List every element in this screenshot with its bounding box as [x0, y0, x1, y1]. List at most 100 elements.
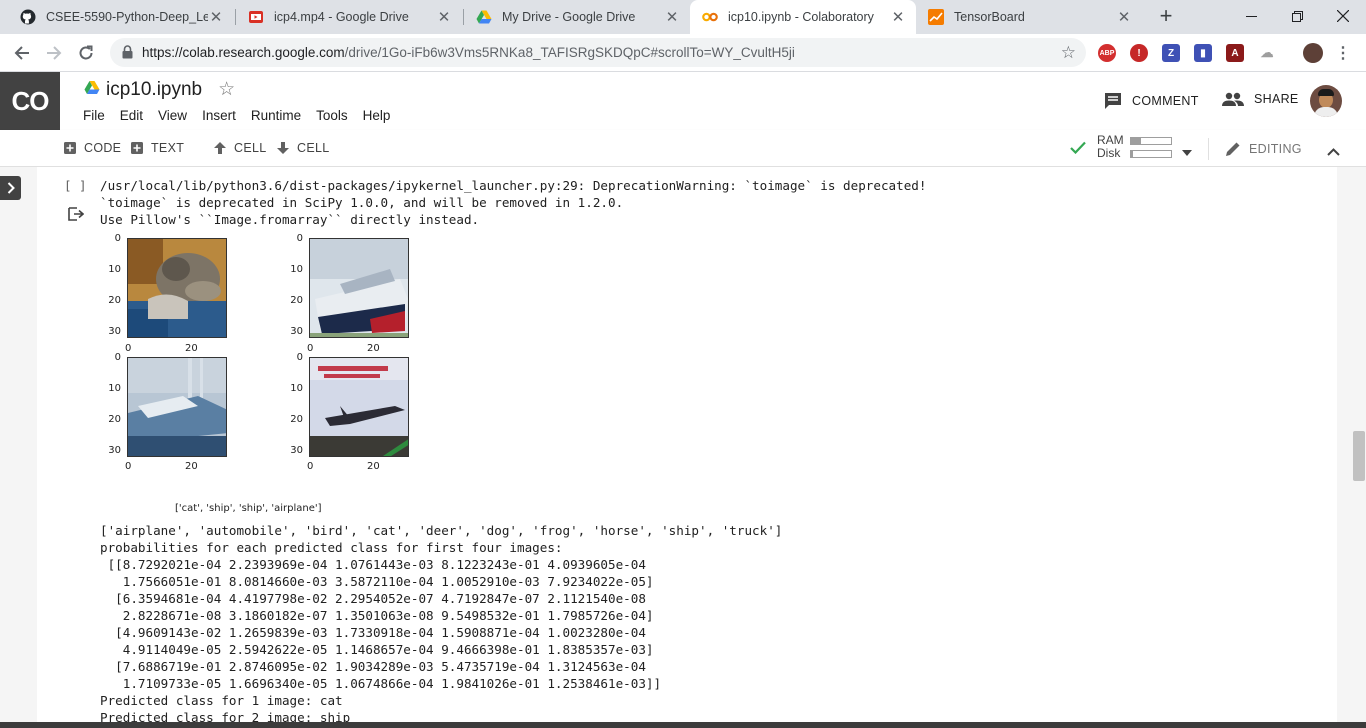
resource-labels[interactable]: RAM Disk — [1097, 134, 1124, 160]
reload-icon[interactable] — [72, 39, 100, 67]
tab-title: CSEE-5590-Python-Deep_Learning — [46, 10, 208, 24]
editing-label: EDITING — [1249, 142, 1302, 156]
restore-icon[interactable] — [1274, 0, 1320, 32]
y-tick-label: 0 — [296, 352, 303, 363]
menu-insert[interactable]: Insert — [202, 108, 236, 123]
x-tick-label: 20 — [367, 343, 380, 354]
browser-tab-github[interactable]: CSEE-5590-Python-Deep_Learning ✕ — [8, 0, 234, 34]
menu-view[interactable]: View — [158, 108, 187, 123]
image-plot-ship — [309, 238, 409, 338]
close-icon[interactable]: ✕ — [436, 9, 452, 26]
probability-row-line: 1.7566051e-01 8.0814660e-03 3.5872110e-0… — [100, 574, 654, 589]
bookmark-extension-icon[interactable]: ▮ — [1194, 44, 1212, 62]
connected-check-icon[interactable] — [1070, 141, 1086, 159]
forward-arrow-icon[interactable] — [40, 39, 68, 67]
x-tick-label: 0 — [125, 343, 132, 354]
pdf-icon[interactable]: A — [1226, 44, 1244, 62]
image-plot-cat — [127, 238, 227, 338]
close-icon[interactable]: ✕ — [890, 9, 906, 26]
lock-icon — [122, 45, 133, 64]
google-drive-icon — [476, 9, 492, 25]
probability-row-line: [7.6886719e-01 2.8746095e-02 1.9034289e-… — [100, 659, 646, 674]
shield-extension-icon[interactable]: ! — [1130, 44, 1148, 62]
address-bar[interactable]: https://colab.research.google.com/drive/… — [110, 38, 1086, 67]
close-icon[interactable]: ✕ — [664, 9, 680, 26]
close-icon[interactable]: ✕ — [208, 9, 224, 26]
colab-logo[interactable]: CO — [0, 72, 60, 130]
disk-meter — [1130, 150, 1172, 158]
output-actions-icon[interactable] — [68, 207, 85, 226]
avatar[interactable] — [1310, 85, 1342, 117]
deprecation-warning-line-2: `toimage` is deprecated in SciPy 1.0.0, … — [100, 195, 624, 210]
adblock-icon[interactable]: ABP — [1098, 44, 1116, 62]
tab-title: icp4.mp4 - Google Drive — [274, 10, 409, 24]
github-icon — [20, 9, 36, 25]
y-tick-label: 10 — [108, 383, 121, 394]
avatar-shirt — [1314, 107, 1338, 117]
new-tab-icon[interactable]: + — [1154, 5, 1178, 29]
scrollbar-thumb[interactable] — [1353, 431, 1365, 481]
more-menu-icon[interactable]: ⋮ — [1334, 44, 1352, 62]
y-tick-label: 10 — [290, 383, 303, 394]
menu-help[interactable]: Help — [363, 108, 391, 123]
editing-mode-button[interactable]: EDITING — [1225, 141, 1302, 157]
menu-file[interactable]: File — [83, 108, 105, 123]
chevron-up-icon[interactable] — [1327, 143, 1340, 161]
comment-icon — [1105, 93, 1121, 109]
run-cell-indicator[interactable]: [ ] — [64, 178, 87, 193]
pencil-icon — [1226, 142, 1240, 156]
disk-meter-fill — [1131, 151, 1133, 157]
image-labels-caption: ['cat', 'ship', 'ship', 'airplane'] — [175, 503, 322, 514]
move-cell-up-button[interactable]: CELL — [214, 141, 266, 155]
deprecation-warning-line-3: Use Pillow's ``Image.fromarray`` directl… — [100, 212, 480, 227]
image-plot-airplane — [309, 357, 409, 457]
move-cell-down-button[interactable]: CELL — [277, 141, 329, 155]
google-drive-icon[interactable] — [84, 79, 100, 101]
tab-title: My Drive - Google Drive — [502, 10, 636, 24]
probability-row-line: [[8.7292021e-04 2.2393969e-04 1.0761443e… — [100, 557, 646, 572]
probability-row-line: 2.8228671e-08 3.1860182e-07 1.3501063e-0… — [100, 608, 654, 623]
cloud-extension-icon[interactable]: ☁ — [1258, 44, 1276, 62]
add-box-icon — [64, 142, 76, 154]
y-tick-label: 0 — [114, 352, 121, 363]
browser-tab-icp4[interactable]: icp4.mp4 - Google Drive ✕ — [236, 0, 462, 34]
x-tick-label: 20 — [185, 343, 198, 354]
browser-toolbar: https://colab.research.google.com/drive/… — [0, 34, 1366, 72]
taskbar-edge — [0, 722, 1366, 728]
menu-tools[interactable]: Tools — [316, 108, 348, 123]
minimize-icon[interactable] — [1228, 0, 1274, 32]
menu-runtime[interactable]: Runtime — [251, 108, 301, 123]
chevron-right-icon[interactable] — [0, 176, 21, 200]
browser-tab-my-drive[interactable]: My Drive - Google Drive ✕ — [464, 0, 690, 34]
add-text-cell-button[interactable]: TEXT — [131, 141, 184, 155]
url-path: /drive/1Go-iFb6w3Vms5RNKa8_TAFISRgSKDQpC… — [344, 45, 795, 60]
tab-title: icp10.ipynb - Colaboratory — [728, 10, 874, 24]
comment-button[interactable]: COMMENT — [1104, 92, 1199, 110]
video-icon — [248, 9, 264, 25]
probability-row-line: 1.7109733e-05 1.6696340e-05 1.0674866e-0… — [100, 676, 662, 691]
colab-header: CO icp10.ipynb ☆ File Edit View Insert R… — [0, 72, 1366, 130]
window-close-icon[interactable] — [1320, 0, 1366, 32]
browser-tab-colab[interactable]: icp10.ipynb - Colaboratory ✕ — [690, 0, 916, 34]
resources-dropdown-icon[interactable] — [1182, 143, 1192, 161]
menu-edit[interactable]: Edit — [120, 108, 143, 123]
browser-tab-tensorboard[interactable]: TensorBoard ✕ — [916, 0, 1142, 34]
x-tick-label: 0 — [307, 343, 314, 354]
share-button[interactable]: SHARE — [1222, 92, 1299, 106]
y-tick-label: 30 — [290, 326, 303, 337]
y-tick-label: 0 — [296, 233, 303, 244]
notebook-title[interactable]: icp10.ipynb — [106, 79, 202, 101]
cell-up-label: CELL — [234, 141, 267, 155]
bookmark-star-icon[interactable]: ☆ — [1061, 43, 1076, 63]
colab-icon — [702, 9, 718, 25]
y-tick-label: 10 — [290, 264, 303, 275]
arrow-up-icon — [214, 142, 226, 154]
y-tick-label: 0 — [114, 233, 121, 244]
star-icon[interactable]: ☆ — [218, 78, 235, 101]
add-code-cell-button[interactable]: CODE — [64, 141, 121, 155]
back-arrow-icon[interactable] — [8, 39, 36, 67]
profile-avatar-icon[interactable] — [1303, 43, 1323, 63]
arrow-down-icon — [277, 142, 289, 154]
close-icon[interactable]: ✕ — [1116, 9, 1132, 26]
zotero-icon[interactable]: Z — [1162, 44, 1180, 62]
